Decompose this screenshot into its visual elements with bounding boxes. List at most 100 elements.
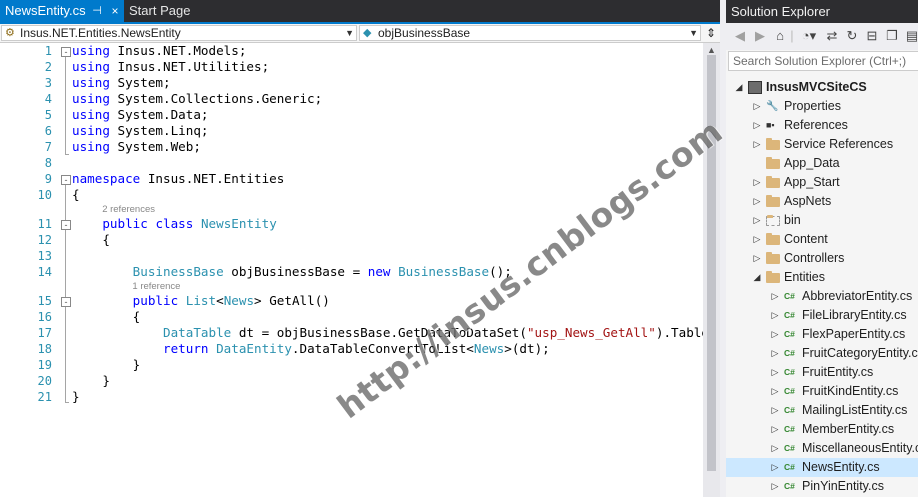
tree-item[interactable]: App_Data <box>726 154 918 173</box>
string-token: "usp_News_GetAll" <box>526 325 656 340</box>
collapsed-arrow-icon[interactable]: ▷ <box>770 344 780 363</box>
codelens-references[interactable]: 1 reference <box>132 280 180 293</box>
expanded-arrow-icon[interactable]: ◢ <box>752 268 762 287</box>
tree-item-label: FruitKindEntity.cs <box>802 384 899 398</box>
collapse-icon[interactable]: - <box>61 220 71 230</box>
collapsed-arrow-icon[interactable]: ▷ <box>752 192 762 211</box>
tree-item-label: FlexPaperEntity.cs <box>802 327 906 341</box>
folder-open-icon <box>766 271 780 283</box>
collapsed-arrow-icon[interactable]: ▷ <box>770 458 780 477</box>
collapsed-arrow-icon[interactable]: ▷ <box>770 477 780 496</box>
tree-item[interactable]: ◢ Entities <box>726 268 918 287</box>
line-number: 18 <box>37 342 52 356</box>
collapsed-arrow-icon[interactable]: ▷ <box>752 173 762 192</box>
solution-explorer: Solution Explorer ◀ ▶ ⌂ | ◔▾ ⇄ ↻ ⊟ ❐ ▤ S… <box>726 0 918 497</box>
show-all-files-icon[interactable]: ❐ <box>884 27 900 45</box>
code-area[interactable]: 1- using Insus.NET.Models; 2 using Insus.NE… <box>0 43 747 497</box>
close-icon[interactable]: × <box>108 0 122 22</box>
properties-icon[interactable]: ▤ <box>904 27 918 45</box>
collapsed-arrow-icon[interactable]: ▷ <box>770 382 780 401</box>
tree-item[interactable]: ▷ 🔧 Properties <box>726 97 918 116</box>
pending-changes-icon[interactable]: ◔▾ <box>798 27 820 45</box>
tree-item[interactable]: ◢ InsusMVCSiteCS <box>726 78 918 97</box>
codelens-references[interactable]: 2 references <box>102 203 155 216</box>
tab-start-page[interactable]: Start Page <box>124 0 224 22</box>
code-line: 4 using System.Collections.Generic; <box>0 91 703 107</box>
tree-item[interactable]: ▷ C# PinYinEntity.cs <box>726 477 918 496</box>
code-line: 19 } <box>0 357 703 373</box>
line-number: 6 <box>44 124 52 138</box>
split-window-icon[interactable]: ⇕ <box>703 24 719 42</box>
collapsed-arrow-icon[interactable]: ▷ <box>770 363 780 382</box>
code-line: 16 { <box>0 309 703 325</box>
collapsed-arrow-icon[interactable]: ▷ <box>752 135 762 154</box>
expanded-arrow-icon[interactable]: ◢ <box>734 78 744 97</box>
line-number: 15 <box>37 294 52 308</box>
tab-label: NewsEntity.cs <box>5 3 86 18</box>
forward-icon[interactable]: ▶ <box>752 27 768 45</box>
collapsed-arrow-icon[interactable]: ▷ <box>752 116 762 135</box>
tree-item[interactable]: ▷ C# NewsEntity.cs <box>726 458 918 477</box>
line-number: 13 <box>37 249 52 263</box>
code-text: { <box>72 232 110 248</box>
code-text: } <box>72 357 141 373</box>
code-line: 18 return DataEntity.DataTableConvertToL… <box>0 341 703 357</box>
tree-item-label: MiscellaneousEntity.cs <box>802 441 918 455</box>
tree-item[interactable]: ▷ Controllers <box>726 249 918 268</box>
tree-item[interactable]: ▷ C# MiscellaneousEntity.cs <box>726 439 918 458</box>
tree-item-label: AbbreviatorEntity.cs <box>802 289 913 303</box>
tree-item[interactable]: ▷ C# FruitEntity.cs <box>726 363 918 382</box>
collapsed-arrow-icon[interactable]: ▷ <box>770 439 780 458</box>
collapsed-arrow-icon[interactable]: ▷ <box>770 401 780 420</box>
tree-item-label: Properties <box>784 99 841 113</box>
collapsed-arrow-icon[interactable]: ▷ <box>752 211 762 230</box>
collapse-icon[interactable]: - <box>61 175 71 185</box>
type-token: DataEntity <box>216 341 292 356</box>
folder-icon <box>766 138 780 150</box>
collapse-all-icon[interactable]: ⊟ <box>864 27 880 45</box>
collapsed-arrow-icon[interactable]: ▷ <box>752 230 762 249</box>
collapsed-arrow-icon[interactable]: ▷ <box>770 306 780 325</box>
tree-item[interactable]: ▷ C# MemberEntity.cs <box>726 420 918 439</box>
tree-item[interactable]: ▷ C# AbbreviatorEntity.cs <box>726 287 918 306</box>
tree-item[interactable]: ▷ C# FruitCategoryEntity.cs <box>726 344 918 363</box>
tab-newsentity[interactable]: NewsEntity.cs ⊣ × <box>0 0 124 22</box>
sync-icon[interactable]: ⇄ <box>824 27 840 45</box>
tree-item[interactable]: ▷ AspNets <box>726 192 918 211</box>
type-dropdown[interactable]: ⚙ Insus.NET.Entities.NewsEntity ▼ <box>1 25 357 41</box>
folder-icon <box>766 176 780 188</box>
collapse-icon[interactable]: - <box>61 297 71 307</box>
tree-item[interactable]: ▷ C# FruitKindEntity.cs <box>726 382 918 401</box>
search-input[interactable]: Search Solution Explorer (Ctrl+;) <box>728 51 918 71</box>
keyword-token: class <box>155 216 194 231</box>
navigation-bar: ⚙ Insus.NET.Entities.NewsEntity ▼ ◆ objB… <box>0 24 722 43</box>
refresh-icon[interactable]: ↻ <box>844 27 860 45</box>
tree-item[interactable]: ▷ C# FlexPaperEntity.cs <box>726 325 918 344</box>
code-line: 15- public List<News> GetAll() <box>0 293 703 309</box>
collapsed-arrow-icon[interactable]: ▷ <box>770 287 780 306</box>
collapse-icon[interactable]: - <box>61 47 71 57</box>
tree-item[interactable]: ▷ Service References <box>726 135 918 154</box>
home-icon[interactable]: ⌂ <box>772 27 788 45</box>
tree-item[interactable]: ▷ App_Start <box>726 173 918 192</box>
back-icon[interactable]: ◀ <box>732 27 748 45</box>
collapsed-arrow-icon[interactable]: ▷ <box>770 420 780 439</box>
code-text: namespace Insus.NET.Entities <box>72 171 284 187</box>
collapsed-arrow-icon[interactable]: ▷ <box>770 325 780 344</box>
solution-explorer-toolbar: ◀ ▶ ⌂ | ◔▾ ⇄ ↻ ⊟ ❐ ▤ <box>726 23 918 50</box>
tree-item[interactable]: ▷ Content <box>726 230 918 249</box>
tree-item-label: Entities <box>784 270 825 284</box>
code-token: System.Web; <box>109 139 201 154</box>
pin-icon[interactable]: ⊣ <box>90 0 104 22</box>
tree-item[interactable]: ▷ C# MailingListEntity.cs <box>726 401 918 420</box>
code-text: { <box>72 187 80 203</box>
tree-item[interactable]: ▷ C# FileLibraryEntity.cs <box>726 306 918 325</box>
member-dropdown[interactable]: ◆ objBusinessBase ▼ <box>359 25 701 41</box>
scroll-up-icon[interactable]: ▲ <box>703 45 720 55</box>
collapsed-arrow-icon[interactable]: ▷ <box>752 97 762 116</box>
code-token: { <box>72 232 110 247</box>
tree-item[interactable]: ▷ bin <box>726 211 918 230</box>
collapsed-arrow-icon[interactable]: ▷ <box>752 249 762 268</box>
tree-item[interactable]: ▷ ■▪ References <box>726 116 918 135</box>
